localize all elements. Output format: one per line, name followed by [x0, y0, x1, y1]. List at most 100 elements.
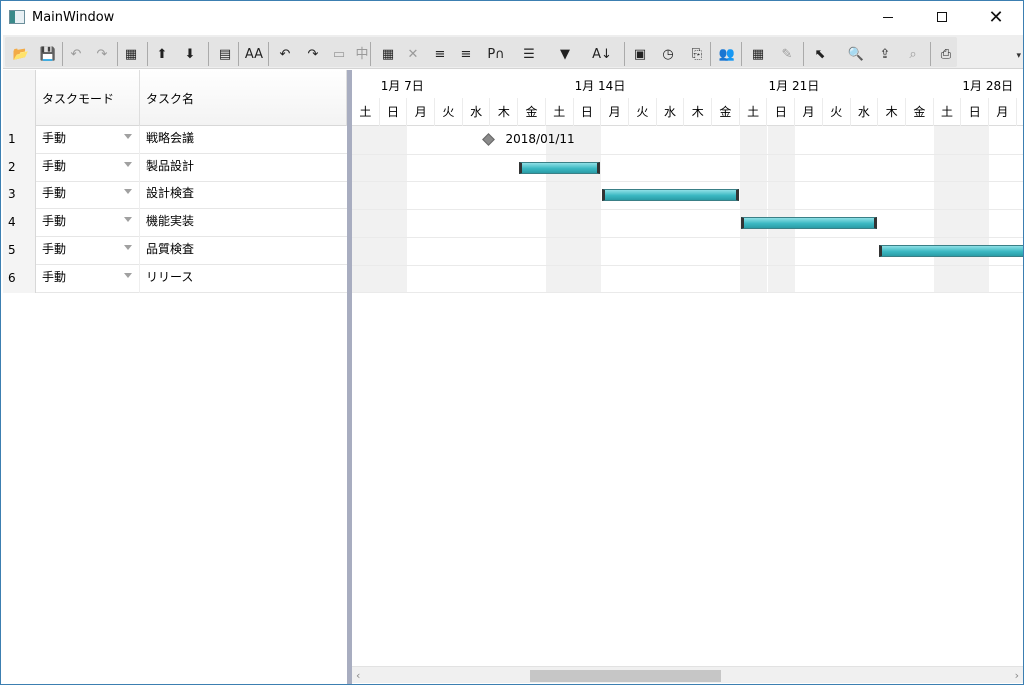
task-bar[interactable]	[519, 161, 601, 174]
undo-button[interactable]: ↶	[65, 41, 87, 67]
gantt-row-line	[352, 209, 1023, 211]
day-label: 金	[906, 98, 934, 126]
row-number[interactable]: 2	[3, 153, 36, 182]
task-name-cell[interactable]: 品質検査	[140, 237, 347, 265]
save-button[interactable]: 💾	[36, 41, 60, 67]
task-bar[interactable]	[740, 217, 878, 230]
zoom-button[interactable]: 🔍	[841, 41, 871, 67]
font-icon: AA	[244, 46, 264, 62]
delete-button[interactable]: ✕	[403, 41, 423, 67]
day-label: 月	[601, 98, 629, 126]
column-header-task-mode[interactable]: タスクモード	[36, 70, 140, 126]
table-row[interactable]: 2 手動 製品設計	[3, 153, 347, 182]
minimize-icon	[883, 16, 893, 18]
insert-below-button[interactable]: ≡	[429, 41, 451, 67]
table-row[interactable]: 4 手動 機能実装	[3, 209, 347, 238]
preview-icon: ⌕	[909, 46, 917, 62]
undo-icon: ↶	[70, 46, 82, 62]
redo-button[interactable]: ↷	[91, 41, 113, 67]
task-mode-dropdown-icon[interactable]	[124, 217, 132, 223]
task-mode-cell[interactable]: 手動	[36, 236, 140, 265]
schedule-button[interactable]: ◷	[656, 41, 680, 67]
milestone-diamond[interactable]	[481, 133, 495, 146]
task-name-cell[interactable]: 設計検査	[140, 181, 347, 209]
row-number[interactable]: 1	[3, 126, 36, 154]
table-row[interactable]: 6 手動 リリース	[3, 264, 347, 293]
task-bar[interactable]	[602, 189, 739, 202]
toolbar-separator	[268, 42, 269, 66]
task-name-cell[interactable]: リリース	[140, 265, 347, 293]
copy-format-button[interactable]: ⎘	[685, 41, 709, 67]
toolbar-separator	[624, 42, 625, 66]
select-button[interactable]: ⬉	[808, 41, 832, 67]
task-name-cell[interactable]: 戦略会議	[140, 126, 347, 154]
print-button[interactable]: ⎙	[934, 41, 958, 67]
filter-button[interactable]: ▼	[551, 41, 579, 67]
row-number[interactable]: 3	[3, 181, 36, 210]
grid-columns-button[interactable]: ▦	[120, 41, 142, 67]
row-number[interactable]: 4	[3, 209, 36, 238]
scroll-right-icon[interactable]: ›	[1015, 669, 1019, 682]
pi-button[interactable]: P∩	[483, 41, 509, 67]
scroll-thumb[interactable]	[530, 670, 721, 682]
task-mode-cell[interactable]: 手動	[36, 209, 140, 238]
task-mode-cell[interactable]: 手動	[36, 264, 140, 293]
task-mode-dropdown-icon[interactable]	[124, 244, 132, 250]
day-label: 火	[823, 98, 851, 126]
task-mode-cell[interactable]: 手動	[36, 153, 140, 182]
move-up-button[interactable]: ⬆	[151, 41, 173, 67]
task-details-button[interactable]: ▣	[629, 41, 651, 67]
font-button[interactable]: AA	[241, 41, 267, 67]
task-info-button[interactable]: ▤	[213, 41, 237, 67]
table-row[interactable]: 1 手動 戦略会議	[3, 126, 347, 154]
close-icon: ✕	[988, 6, 1004, 28]
task-mode-dropdown-icon[interactable]	[124, 189, 132, 195]
sort-button[interactable]: A↓	[583, 41, 621, 67]
close-button[interactable]: ✕	[973, 1, 1019, 33]
row-number[interactable]: 5	[3, 236, 36, 265]
table-row[interactable]: 5 手動 品質検査	[3, 236, 347, 265]
task-mode-dropdown-icon[interactable]	[124, 161, 132, 167]
day-label: 日	[574, 98, 602, 126]
link-button[interactable]: ▭	[328, 41, 350, 67]
horizontal-scrollbar[interactable]: ‹ ›	[352, 666, 1023, 683]
day-label: 金	[712, 98, 740, 126]
task-mode-cell[interactable]: 手動	[36, 181, 140, 210]
week-label: 1月 28日	[962, 79, 1014, 93]
insert-above-button[interactable]: ≡	[455, 41, 477, 67]
toolbar-separator	[710, 42, 711, 66]
export-button[interactable]: ⇪	[873, 41, 897, 67]
task-name-cell[interactable]: 製品設計	[140, 154, 347, 182]
title-bar: MainWindow ✕	[1, 1, 1023, 34]
gantt-day-header: 土日月火水木金土日月火水木金土日月火水木金土日月	[352, 98, 1023, 126]
table-row[interactable]: 3 手動 設計検査	[3, 181, 347, 210]
minimize-button[interactable]	[865, 1, 911, 33]
calendar-button[interactable]: ▦	[377, 41, 399, 67]
task-mode-cell[interactable]: 手動	[36, 126, 140, 154]
toolbar-separator	[803, 42, 804, 66]
maximize-button[interactable]	[919, 1, 965, 33]
scroll-left-icon[interactable]: ‹	[356, 669, 360, 682]
main-window: MainWindow ✕ 📂 💾 ↶ ↷ ▦ ⬆ ⬇ ▤ AA ↶ ↷ ▭ 中 ▦ ✕ ≡ ≡ P∩ ☰ ▼ A↓ ▣ ◷ ⎘…	[0, 0, 1024, 685]
resources-button[interactable]: 👥	[714, 41, 740, 67]
toolbar: 📂 💾 ↶ ↷ ▦ ⬆ ⬇ ▤ AA ↶ ↷ ▭ 中 ▦ ✕ ≡ ≡ P∩ ☰ ▼ A↓ ▣ ◷ ⎘ 👥 ▦ ✎ ⬉ 🔍 ⇪ ⌕ ⎙ ▾	[3, 35, 1023, 69]
grid-corner[interactable]	[3, 70, 36, 126]
column-header-task-name[interactable]: タスク名	[140, 70, 347, 126]
row-number[interactable]: 6	[3, 264, 36, 293]
redo-icon: ↷	[96, 46, 108, 62]
outdent-button[interactable]: ↷	[301, 41, 325, 67]
search-table-button[interactable]: ▦	[746, 41, 770, 67]
preview-button[interactable]: ⌕	[901, 41, 925, 67]
task-name-cell[interactable]: 機能実装	[140, 209, 347, 237]
task-mode-dropdown-icon[interactable]	[124, 272, 132, 278]
indent-button[interactable]: ↶	[273, 41, 297, 67]
brush-button[interactable]: ✎	[775, 41, 799, 67]
task-mode-dropdown-icon[interactable]	[124, 134, 132, 139]
open-folder-button[interactable]: 📂	[9, 41, 33, 67]
day-label: 水	[851, 98, 879, 126]
outline-button[interactable]: ☰	[511, 41, 547, 67]
day-label: 月	[795, 98, 823, 126]
toolbar-overflow-icon[interactable]: ▾	[1016, 51, 1021, 61]
task-bar[interactable]	[879, 244, 1023, 257]
move-down-button[interactable]: ⬇	[179, 41, 201, 67]
